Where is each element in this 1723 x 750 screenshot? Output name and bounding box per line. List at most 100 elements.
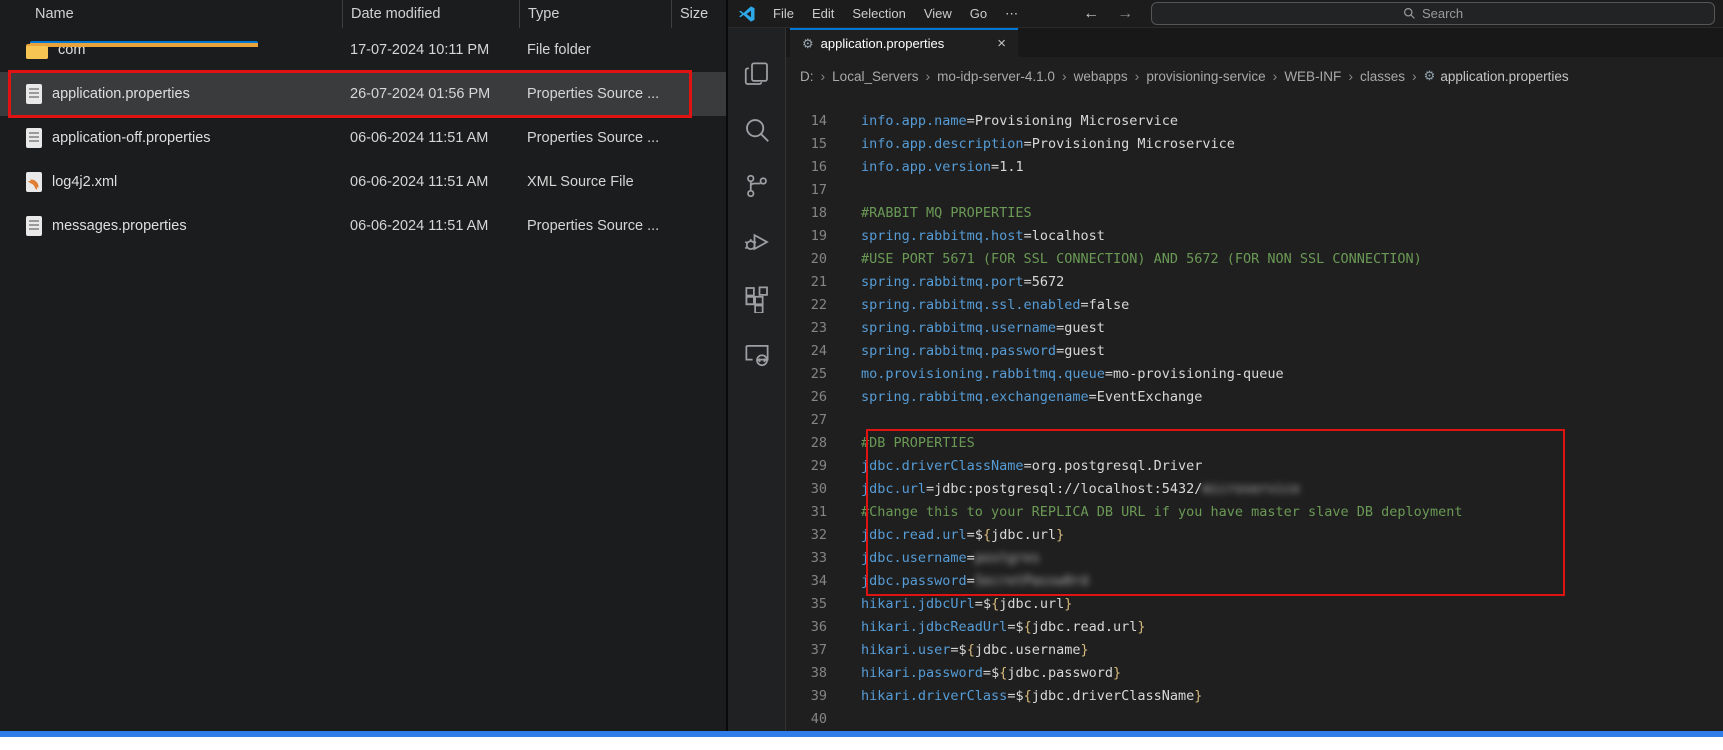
extensions-icon[interactable] xyxy=(728,270,785,326)
code-line-text: mo.provisioning.rabbitmq.queue=mo-provis… xyxy=(841,363,1284,386)
line-number: 37 xyxy=(810,642,827,658)
code-segment: { xyxy=(982,527,992,543)
breadcrumb-item[interactable]: Local_Servers xyxy=(832,69,918,84)
column-header-size[interactable]: Size xyxy=(671,0,728,28)
chevron-right-icon: › xyxy=(1134,68,1140,84)
search-input[interactable]: Search xyxy=(1151,2,1715,25)
column-header-date-modified[interactable]: Date modified xyxy=(342,0,519,28)
nav-arrows: ← → xyxy=(1083,5,1133,23)
file-name-cell: log4j2.xml xyxy=(0,172,342,192)
menu-go[interactable]: Go xyxy=(961,3,996,25)
line-number: 29 xyxy=(810,458,827,474)
line-number: 21 xyxy=(810,274,827,290)
code-line-text: hikari.jdbcUrl=${jdbc.url} xyxy=(841,593,1072,616)
code-segment: = xyxy=(1023,458,1032,474)
code-segment: = xyxy=(974,596,983,612)
file-row-messages.properties[interactable]: messages.properties 06-06-2024 11:51 AM Pr… xyxy=(0,204,726,248)
code-line: 29 jdbc.driverClassName=org.postgresql.Dr… xyxy=(786,455,1723,478)
code-segment: hikari.password xyxy=(861,665,983,681)
code-segment: = xyxy=(966,527,975,543)
explorer-icon[interactable] xyxy=(728,46,785,102)
file-date-cell: 06-06-2024 11:51 AM xyxy=(350,130,489,146)
line-number: 38 xyxy=(810,665,827,681)
window-bottom-accent-line xyxy=(0,731,1723,737)
file-type-cell: XML Source File xyxy=(527,174,634,190)
breadcrumb-item[interactable]: provisioning-service xyxy=(1146,69,1265,84)
chevron-right-icon: › xyxy=(820,68,826,84)
column-header-name[interactable]: Name xyxy=(0,0,342,28)
column-header-type[interactable]: Type xyxy=(519,0,671,28)
code-line: 24 spring.rabbitmq.password=guest xyxy=(786,340,1723,363)
line-number: 22 xyxy=(810,297,827,313)
breadcrumb-item[interactable]: webapps xyxy=(1074,69,1128,84)
folder-icon xyxy=(26,41,258,59)
line-number: 28 xyxy=(810,435,827,451)
breadcrumb-item[interactable]: mo-idp-server-4.1.0 xyxy=(937,69,1055,84)
tab-application-properties[interactable]: ⚙ application.properties × xyxy=(790,28,1018,57)
redacted-value: SecretPassw0rd xyxy=(974,573,1089,589)
line-number: 14 xyxy=(810,113,827,129)
file-name-cell: application.properties xyxy=(0,84,342,104)
file-row-log4j2.xml[interactable]: log4j2.xml 06-06-2024 11:51 AM XML Source … xyxy=(0,160,726,204)
code-line: 22 spring.rabbitmq.ssl.enabled=false xyxy=(786,294,1723,317)
code-line-text: jdbc.password=SecretPassw0rd xyxy=(841,570,1089,593)
code-segment: $ xyxy=(958,642,967,658)
line-number: 20 xyxy=(810,251,827,267)
xml-file-icon xyxy=(26,172,42,192)
breadcrumb-item[interactable]: classes xyxy=(1360,69,1405,84)
code-line-text: #Change this to your REPLICA DB URL if y… xyxy=(841,501,1462,524)
line-number: 39 xyxy=(810,688,827,704)
code-segment: mo-provisioning-queue xyxy=(1112,366,1284,382)
menu-edit[interactable]: Edit xyxy=(803,3,843,25)
code-line-text: spring.rabbitmq.password=guest xyxy=(841,340,1105,363)
menu-selection[interactable]: Selection xyxy=(843,3,914,25)
line-number: 30 xyxy=(810,481,827,497)
properties-file-icon xyxy=(26,128,42,148)
code-segment: = xyxy=(1080,297,1089,313)
menu-[interactable]: ⋯ xyxy=(996,3,1027,25)
code-segment: EventExchange xyxy=(1096,389,1203,405)
line-number: 40 xyxy=(810,711,827,727)
code-segment: = xyxy=(926,481,935,497)
breadcrumb-item[interactable]: application.properties xyxy=(1440,69,1568,84)
forward-arrow-icon[interactable]: → xyxy=(1117,5,1133,23)
code-segment: jdbc.password xyxy=(1007,665,1114,681)
vscode-logo-icon xyxy=(739,5,755,22)
chevron-right-icon: › xyxy=(1412,68,1417,84)
code-segment: false xyxy=(1088,297,1130,313)
menu-bar: File Edit Selection View Go ⋯ xyxy=(764,3,1027,25)
properties-file-icon xyxy=(26,84,42,104)
run-debug-icon[interactable] xyxy=(728,214,785,270)
code-segment: spring.rabbitmq.ssl.enabled xyxy=(861,297,1081,313)
search-icon[interactable] xyxy=(728,102,785,158)
redacted-value: postgres xyxy=(974,550,1040,566)
breadcrumb-item[interactable]: WEB-INF xyxy=(1284,69,1341,84)
code-line: 32 jdbc.read.url=${jdbc.url} xyxy=(786,524,1723,547)
code-segment: jdbc.url xyxy=(991,527,1057,543)
search-placeholder: Search xyxy=(1421,6,1464,21)
breadcrumb-item[interactable]: D: xyxy=(800,69,814,84)
code-segment: } xyxy=(1064,596,1073,612)
close-icon[interactable]: × xyxy=(997,35,1006,52)
file-row-application.properties[interactable]: application.properties 26-07-2024 01:56 P… xyxy=(0,72,726,116)
remote-explorer-icon[interactable] xyxy=(728,326,785,382)
code-line: 26 spring.rabbitmq.exchangename=EventExch… xyxy=(786,386,1723,409)
file-row-application-off.properties[interactable]: application-off.properties 06-06-2024 11:… xyxy=(0,116,726,160)
code-segment: info.app.version xyxy=(861,159,992,175)
source-control-icon[interactable] xyxy=(728,158,785,214)
code-line: 27 xyxy=(786,409,1723,432)
back-arrow-icon[interactable]: ← xyxy=(1083,5,1099,23)
code-segment: mo.provisioning.rabbitmq.queue xyxy=(861,366,1105,382)
menu-view[interactable]: View xyxy=(915,3,961,25)
code-segment: { xyxy=(966,642,975,658)
menu-file[interactable]: File xyxy=(764,3,803,25)
code-segment: = xyxy=(1088,389,1097,405)
code-line: 36 hikari.jdbcReadUrl=${jdbc.read.url} xyxy=(786,616,1723,639)
code-segment: = xyxy=(1023,274,1032,290)
chevron-right-icon: › xyxy=(1061,68,1067,84)
chevron-right-icon: › xyxy=(1348,68,1353,84)
code-editor[interactable]: 14 info.app.name=Provisioning Microservic… xyxy=(786,95,1723,737)
code-line-text: spring.rabbitmq.exchangename=EventExchan… xyxy=(841,386,1202,409)
vscode-title-bar: File Edit Selection View Go ⋯ ← → Search xyxy=(728,0,1723,28)
file-row-com[interactable]: com 17-07-2024 10:11 PM File folder xyxy=(0,28,726,72)
